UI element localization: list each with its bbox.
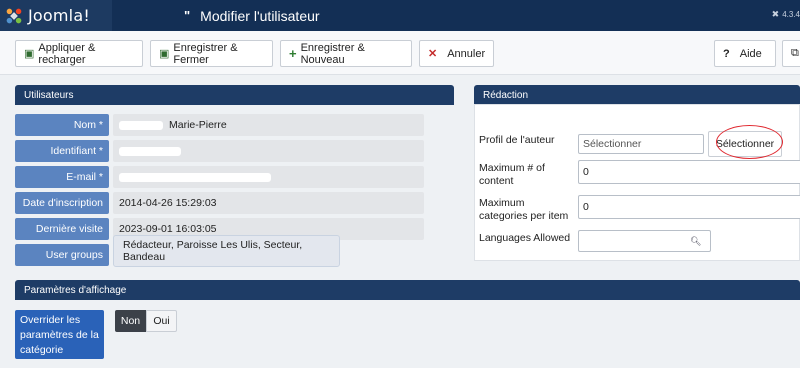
save-close-label: Enregistrer & Fermer [173, 41, 238, 66]
help-label: Aide [739, 47, 762, 60]
redaction-section-header: Rédaction [474, 85, 800, 105]
logo-text: Joomla! [28, 6, 90, 25]
cancel-button[interactable]: ✕ Annuler [419, 40, 494, 67]
joomla-logo-icon [6, 8, 22, 23]
save-new-label: Enregistrer & Nouveau [300, 41, 365, 66]
close-icon: ✕ [428, 48, 438, 60]
user-groups-label: User groups [15, 244, 109, 266]
page-title: Modifier l'utilisateur [200, 7, 320, 24]
users-section-header: Utilisateurs [15, 85, 454, 105]
user-edit-icon: " [184, 8, 191, 23]
cancel-label: Annuler [447, 47, 486, 60]
max-content-input[interactable]: 0 [578, 160, 800, 184]
redacted-text [119, 146, 181, 156]
max-categories-input[interactable]: 0 [578, 195, 800, 219]
plus-icon: + [289, 46, 297, 61]
question-icon: ? [723, 47, 730, 60]
help-button[interactable]: ? Aide [714, 40, 776, 67]
apply-button[interactable]: ▣ Appliquer & recharger [15, 40, 143, 67]
user-groups-field[interactable]: Rédacteur, Paroisse Les Ulis, Secteur, B… [113, 235, 340, 267]
username-field[interactable] [113, 140, 424, 162]
max-content-label: Maximum # of content [479, 162, 545, 187]
redaction-section-title: Rédaction [483, 89, 529, 101]
username-label: Identifiant * [15, 140, 109, 162]
toggle-yes-button[interactable]: Oui [146, 310, 177, 332]
author-profile-input[interactable]: Sélectionner [578, 134, 704, 154]
email-field[interactable] [113, 166, 424, 188]
joomla-logo[interactable]: Joomla! [0, 0, 112, 31]
search-icon: 🔍︎ [690, 236, 702, 246]
max-categories-label: Maximum categories per item [479, 197, 569, 222]
toolbar: ▣ Appliquer & recharger ▣ Enregistrer & … [0, 31, 800, 75]
name-label: Nom * [15, 114, 109, 136]
version-badge: ✖ 4.3.4 [772, 9, 800, 20]
joomla-small-icon: ✖ [771, 9, 780, 19]
name-field[interactable]: Marie-Pierre [113, 114, 424, 136]
top-header: Joomla! " Modifier l'utilisateur ✖ 4.3.4 [0, 0, 800, 31]
version-text: 4.3.4 [782, 10, 800, 19]
save-new-button[interactable]: + Enregistrer & Nouveau [280, 40, 412, 67]
redacted-text [119, 120, 163, 130]
email-label: E-mail * [15, 166, 109, 188]
author-profile-label: Profil de l'auteur [479, 134, 555, 146]
external-link-icon: ⧉ [791, 47, 799, 59]
users-section-title: Utilisateurs [24, 89, 74, 101]
registration-date-label: Date d'inscription [15, 192, 109, 214]
registration-date-field: 2014-04-26 15:29:03 [113, 192, 424, 214]
save-icon: ▣ [24, 48, 35, 60]
last-visit-label: Dernière visite [15, 218, 109, 240]
languages-allowed-label: Languages Allowed [479, 232, 571, 244]
annotation-circle [716, 125, 783, 159]
display-section-title: Paramètres d'affichage [24, 284, 127, 296]
options-button[interactable]: ⧉ [782, 40, 800, 67]
name-value: Marie-Pierre [169, 119, 227, 131]
redacted-text [119, 172, 271, 182]
override-category-label: Overrider les paramètres de la catégorie [15, 310, 104, 359]
apply-label: Appliquer & recharger [38, 41, 96, 66]
toggle-no-button[interactable]: Non [115, 310, 146, 332]
display-section-header: Paramètres d'affichage [15, 280, 800, 300]
save-icon: ▣ [159, 48, 170, 60]
save-close-button[interactable]: ▣ Enregistrer & Fermer [150, 40, 273, 67]
page-title-area: " Modifier l'utilisateur [184, 0, 320, 31]
